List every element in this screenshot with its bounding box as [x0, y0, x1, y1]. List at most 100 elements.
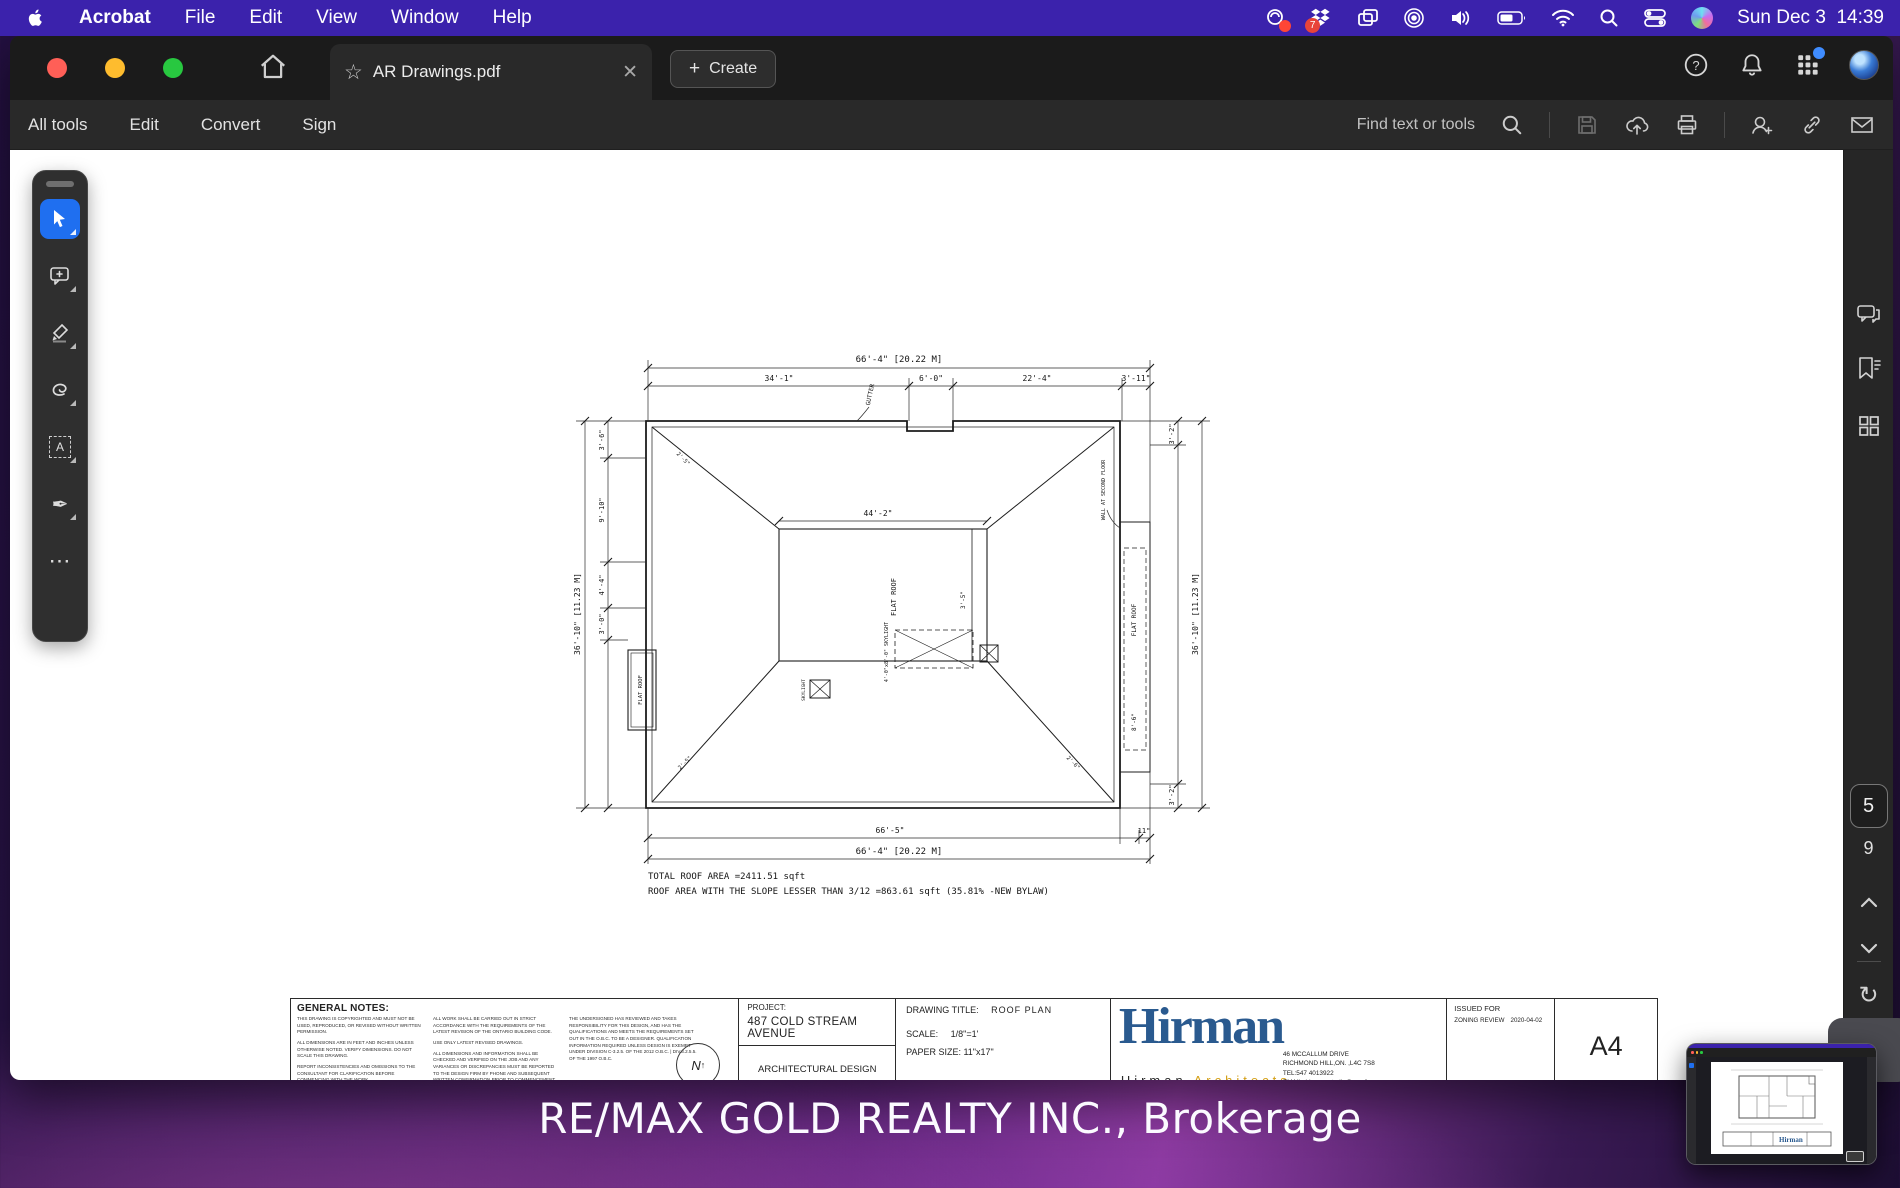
svg-text:3'-5": 3'-5": [960, 591, 967, 609]
page-thumbnails-icon[interactable]: [1854, 411, 1884, 441]
battery-icon[interactable]: [1497, 6, 1527, 30]
bookmarks-panel-icon[interactable]: [1854, 353, 1884, 383]
notification-dot: [1279, 20, 1291, 32]
plus-icon: +: [689, 58, 700, 80]
spotlight-icon[interactable]: [1599, 6, 1619, 30]
firm-logo: Hirman: [1119, 1001, 1283, 1053]
notifications-bell-icon[interactable]: [1737, 50, 1767, 80]
close-tab-icon[interactable]: ✕: [622, 61, 638, 84]
apple-menu-icon[interactable]: [28, 6, 45, 30]
add-user-icon[interactable]: [1749, 112, 1775, 138]
svg-text:3'-2": 3'-2": [1168, 423, 1176, 444]
pip-floor-plan: Hirman: [1711, 1062, 1843, 1154]
quick-tools-panel: A ✒ ⋯: [32, 170, 88, 642]
menu-edit[interactable]: Edit: [249, 7, 282, 29]
close-window-button[interactable]: [47, 58, 67, 78]
convert-menu[interactable]: Convert: [201, 115, 261, 135]
menu-help[interactable]: Help: [493, 7, 532, 29]
general-notes-col2: ALL WORK SHALL BE CARRIED OUT IN STRICT …: [433, 1016, 561, 1080]
svg-text:66'-4" [20.22 M]: 66'-4" [20.22 M]: [856, 847, 943, 857]
svg-text:TOTAL ROOF AREA =2411.51 sqft: TOTAL ROOF AREA =2411.51 sqft: [648, 872, 805, 882]
menu-app-name[interactable]: Acrobat: [79, 7, 151, 29]
edit-menu[interactable]: Edit: [130, 115, 159, 135]
drawing-title-section: DRAWING TITLE: ROOF PLAN SCALE: 1/8"=1' …: [895, 999, 1110, 1080]
svg-text:66'-4" [20.22 M]: 66'-4" [20.22 M]: [856, 355, 943, 365]
project-section: PROJECT: 487 COLD STREAM AVENUE ARCHITEC…: [738, 999, 895, 1080]
cloud-upload-icon[interactable]: [1624, 112, 1650, 138]
volume-icon[interactable]: [1449, 6, 1473, 30]
create-button[interactable]: + Create: [670, 50, 776, 88]
all-tools-menu[interactable]: All tools: [28, 115, 88, 135]
svg-text:FLAT ROOF: FLAT ROOF: [1131, 603, 1138, 636]
svg-text:11": 11": [1138, 827, 1151, 835]
menu-view[interactable]: View: [316, 7, 357, 29]
discipline-label: ARCHITECTURAL DESIGN: [739, 1046, 895, 1080]
highlight-tool[interactable]: [40, 313, 80, 353]
scale-label: SCALE:: [906, 1029, 938, 1039]
sign-tool[interactable]: ✒: [40, 484, 80, 524]
svg-text:36'-10" [11.23 M]: 36'-10" [11.23 M]: [1191, 573, 1200, 655]
project-name: 487 COLD STREAM AVENUE: [747, 1016, 887, 1040]
screen-share-thumbnail[interactable]: Hirman: [1686, 1043, 1877, 1165]
panel-drag-handle[interactable]: [46, 181, 74, 187]
minimize-window-button[interactable]: [105, 58, 125, 78]
previous-page-icon[interactable]: [1854, 887, 1884, 917]
displays-icon[interactable]: [1357, 6, 1379, 30]
find-text-label[interactable]: Find text or tools: [1357, 116, 1475, 134]
zoom-window-button[interactable]: [163, 58, 183, 78]
document-canvas[interactable]: FLAT ROOF FLAT ROOF 8'-6" WALL AT SECOND…: [10, 150, 1893, 1080]
macos-menu-bar: Acrobat File Edit View Window Help 7: [0, 0, 1900, 36]
next-page-icon[interactable]: [1854, 934, 1884, 964]
select-text-tool[interactable]: A: [40, 427, 80, 467]
print-icon[interactable]: [1674, 112, 1700, 138]
main-toolbar: All tools Edit Convert Sign Find text or…: [10, 100, 1893, 150]
creative-cloud-icon[interactable]: [1265, 6, 1287, 30]
airplay-icon[interactable]: [1403, 6, 1425, 30]
tab-title: AR Drawings.pdf: [373, 62, 612, 82]
firm-type: Architects: [1194, 1073, 1291, 1080]
app-grid-icon[interactable]: [1793, 50, 1823, 80]
save-icon[interactable]: [1574, 112, 1600, 138]
rotate-page-icon[interactable]: ↻: [1854, 980, 1884, 1010]
menu-clock[interactable]: Sun Dec 3 14:39: [1737, 7, 1884, 29]
svg-text:2'-6": 2'-6": [1065, 755, 1081, 771]
link-icon[interactable]: [1799, 112, 1825, 138]
dropbox-icon[interactable]: 7: [1311, 6, 1333, 30]
favorite-star-icon[interactable]: ☆: [344, 60, 363, 85]
current-page-input[interactable]: 5: [1850, 784, 1888, 828]
svg-text:44'-2": 44'-2": [864, 509, 893, 518]
help-icon[interactable]: ?: [1681, 50, 1711, 80]
document-tab[interactable]: ☆ AR Drawings.pdf ✕: [330, 44, 652, 100]
svg-text:Hirman: Hirman: [1779, 1136, 1803, 1144]
sign-menu[interactable]: Sign: [302, 115, 336, 135]
comments-panel-icon[interactable]: [1854, 300, 1884, 330]
svg-text:9'-10": 9'-10": [598, 497, 606, 522]
menu-file[interactable]: File: [185, 7, 216, 29]
draw-lasso-tool[interactable]: [40, 370, 80, 410]
current-page-value: 5: [1863, 795, 1874, 818]
sheet-number: A4: [1554, 999, 1657, 1080]
update-dot: [1813, 47, 1825, 59]
wifi-icon[interactable]: [1551, 6, 1575, 30]
add-comment-tool[interactable]: [40, 256, 80, 296]
select-tool[interactable]: [40, 199, 80, 239]
home-icon[interactable]: [258, 52, 290, 84]
svg-text:4'-0"x8'-0" SKYLIGHT: 4'-0"x8'-0" SKYLIGHT: [884, 622, 890, 682]
firm-name: Hirman Architects: [1121, 1073, 1291, 1080]
paper-size: PAPER SIZE: 11"x17": [906, 1047, 1100, 1057]
svg-text:3'-6": 3'-6": [598, 429, 606, 450]
control-center-icon[interactable]: [1643, 6, 1667, 30]
account-avatar[interactable]: [1849, 50, 1879, 80]
svg-text:4'-4": 4'-4": [598, 574, 606, 595]
svg-text:?: ?: [1692, 58, 1699, 73]
desktop-wallpaper-text: RE/MAX GOLD REALTY INC., Brokerage: [0, 1094, 1900, 1143]
svg-text:8'-6": 8'-6": [1131, 713, 1138, 731]
drawing-title-value: ROOF PLAN: [991, 1005, 1052, 1015]
more-tools-button[interactable]: ⋯: [40, 541, 80, 581]
text-select-box: A: [49, 436, 71, 458]
svg-text:GUTTER: GUTTER: [865, 383, 876, 406]
search-icon[interactable]: [1499, 112, 1525, 138]
siri-icon[interactable]: [1691, 7, 1713, 29]
menu-window[interactable]: Window: [391, 7, 459, 29]
email-icon[interactable]: [1849, 112, 1875, 138]
